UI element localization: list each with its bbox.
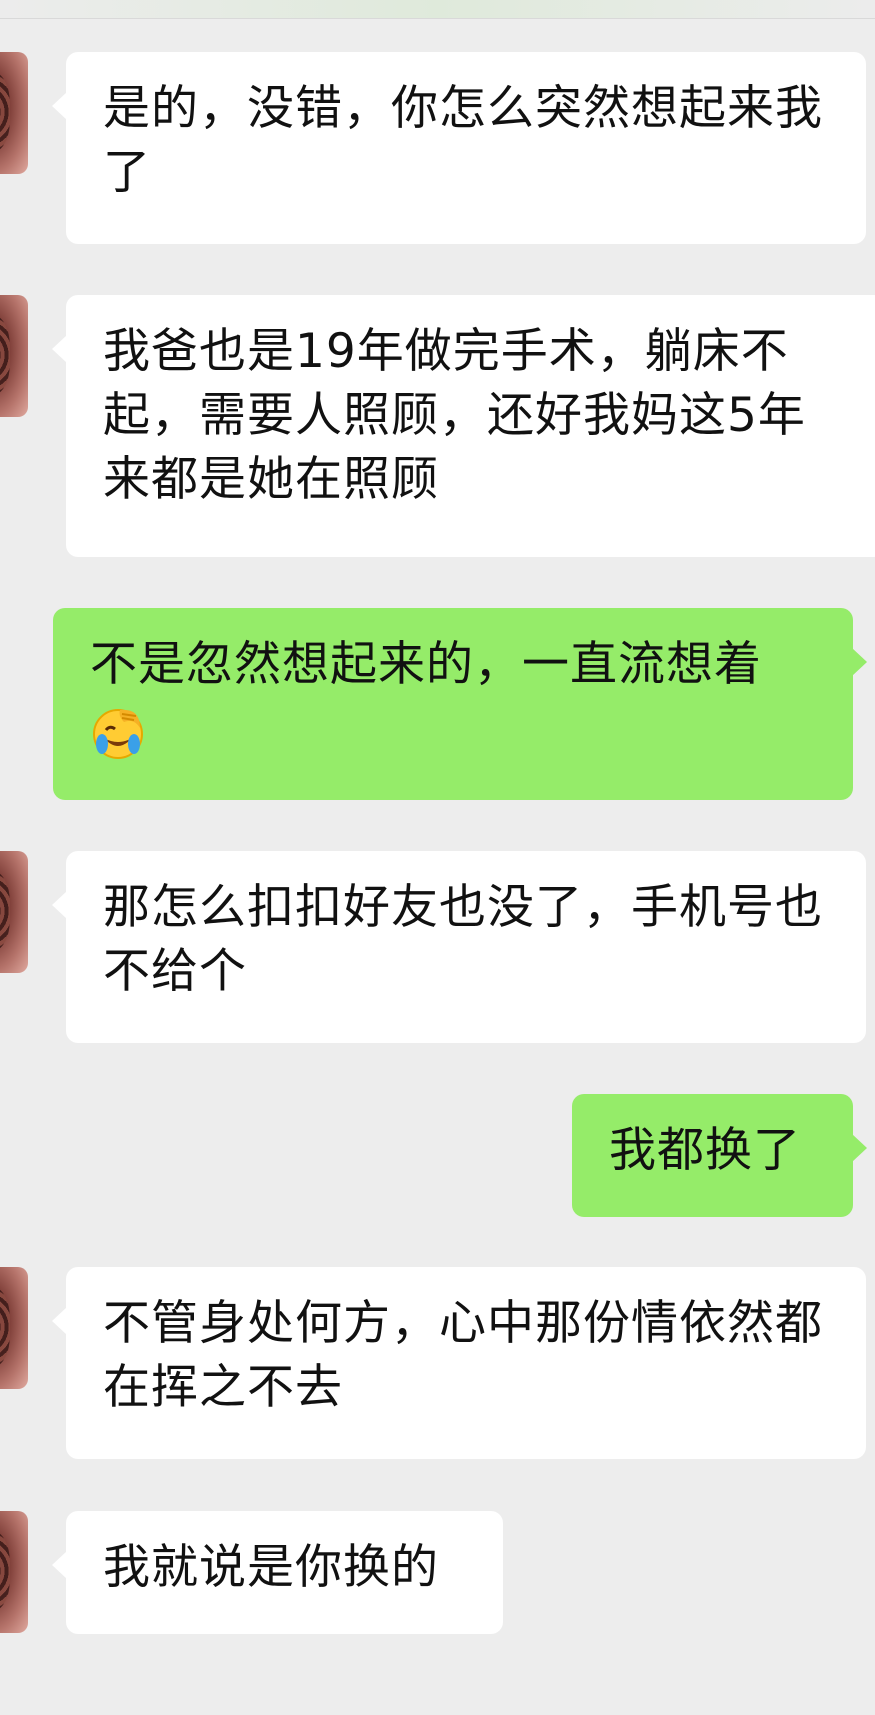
message-text: 我都换了 [609, 1123, 801, 1178]
message-bubble[interactable]: 我爸也是19年做完手术，躺床不起，需要人照顾，还好我妈这5年来都是她在照顾 [52, 295, 875, 557]
message-bubble[interactable]: 我就说是你换的 [52, 1511, 503, 1634]
message-bubble[interactable]: 不是忽然想起来的，一直流想着 [53, 608, 867, 800]
message-bubble[interactable]: 那怎么扣扣好友也没了，手机号也不给个 [52, 851, 866, 1043]
message-text: 是的，没错，你怎么突然想起来我了 [103, 81, 823, 200]
contact-avatar[interactable] [0, 295, 28, 417]
message-text: 我爸也是19年做完手术，躺床不起，需要人照顾，还好我妈这5年来都是她在照顾 [103, 324, 806, 507]
contact-avatar[interactable] [0, 1511, 28, 1633]
message-text: 不管身处何方，心中那份情依然都在挥之不去 [103, 1296, 823, 1415]
contact-avatar[interactable] [0, 52, 28, 174]
message-bubble[interactable]: 是的，没错，你怎么突然想起来我了 [52, 52, 866, 244]
top-status-strip [0, 0, 875, 19]
message-bubble[interactable]: 不管身处何方，心中那份情依然都在挥之不去 [52, 1267, 866, 1459]
contact-avatar[interactable] [0, 851, 28, 973]
face-palm-laughing-emoji [90, 704, 146, 760]
contact-avatar[interactable] [0, 1267, 28, 1389]
message-text: 我就说是你换的 [103, 1540, 439, 1595]
message-bubble[interactable]: 我都换了 [572, 1094, 867, 1217]
message-text: 那怎么扣扣好友也没了，手机号也不给个 [103, 880, 823, 999]
message-text: 不是忽然想起来的，一直流想着 [90, 637, 762, 692]
